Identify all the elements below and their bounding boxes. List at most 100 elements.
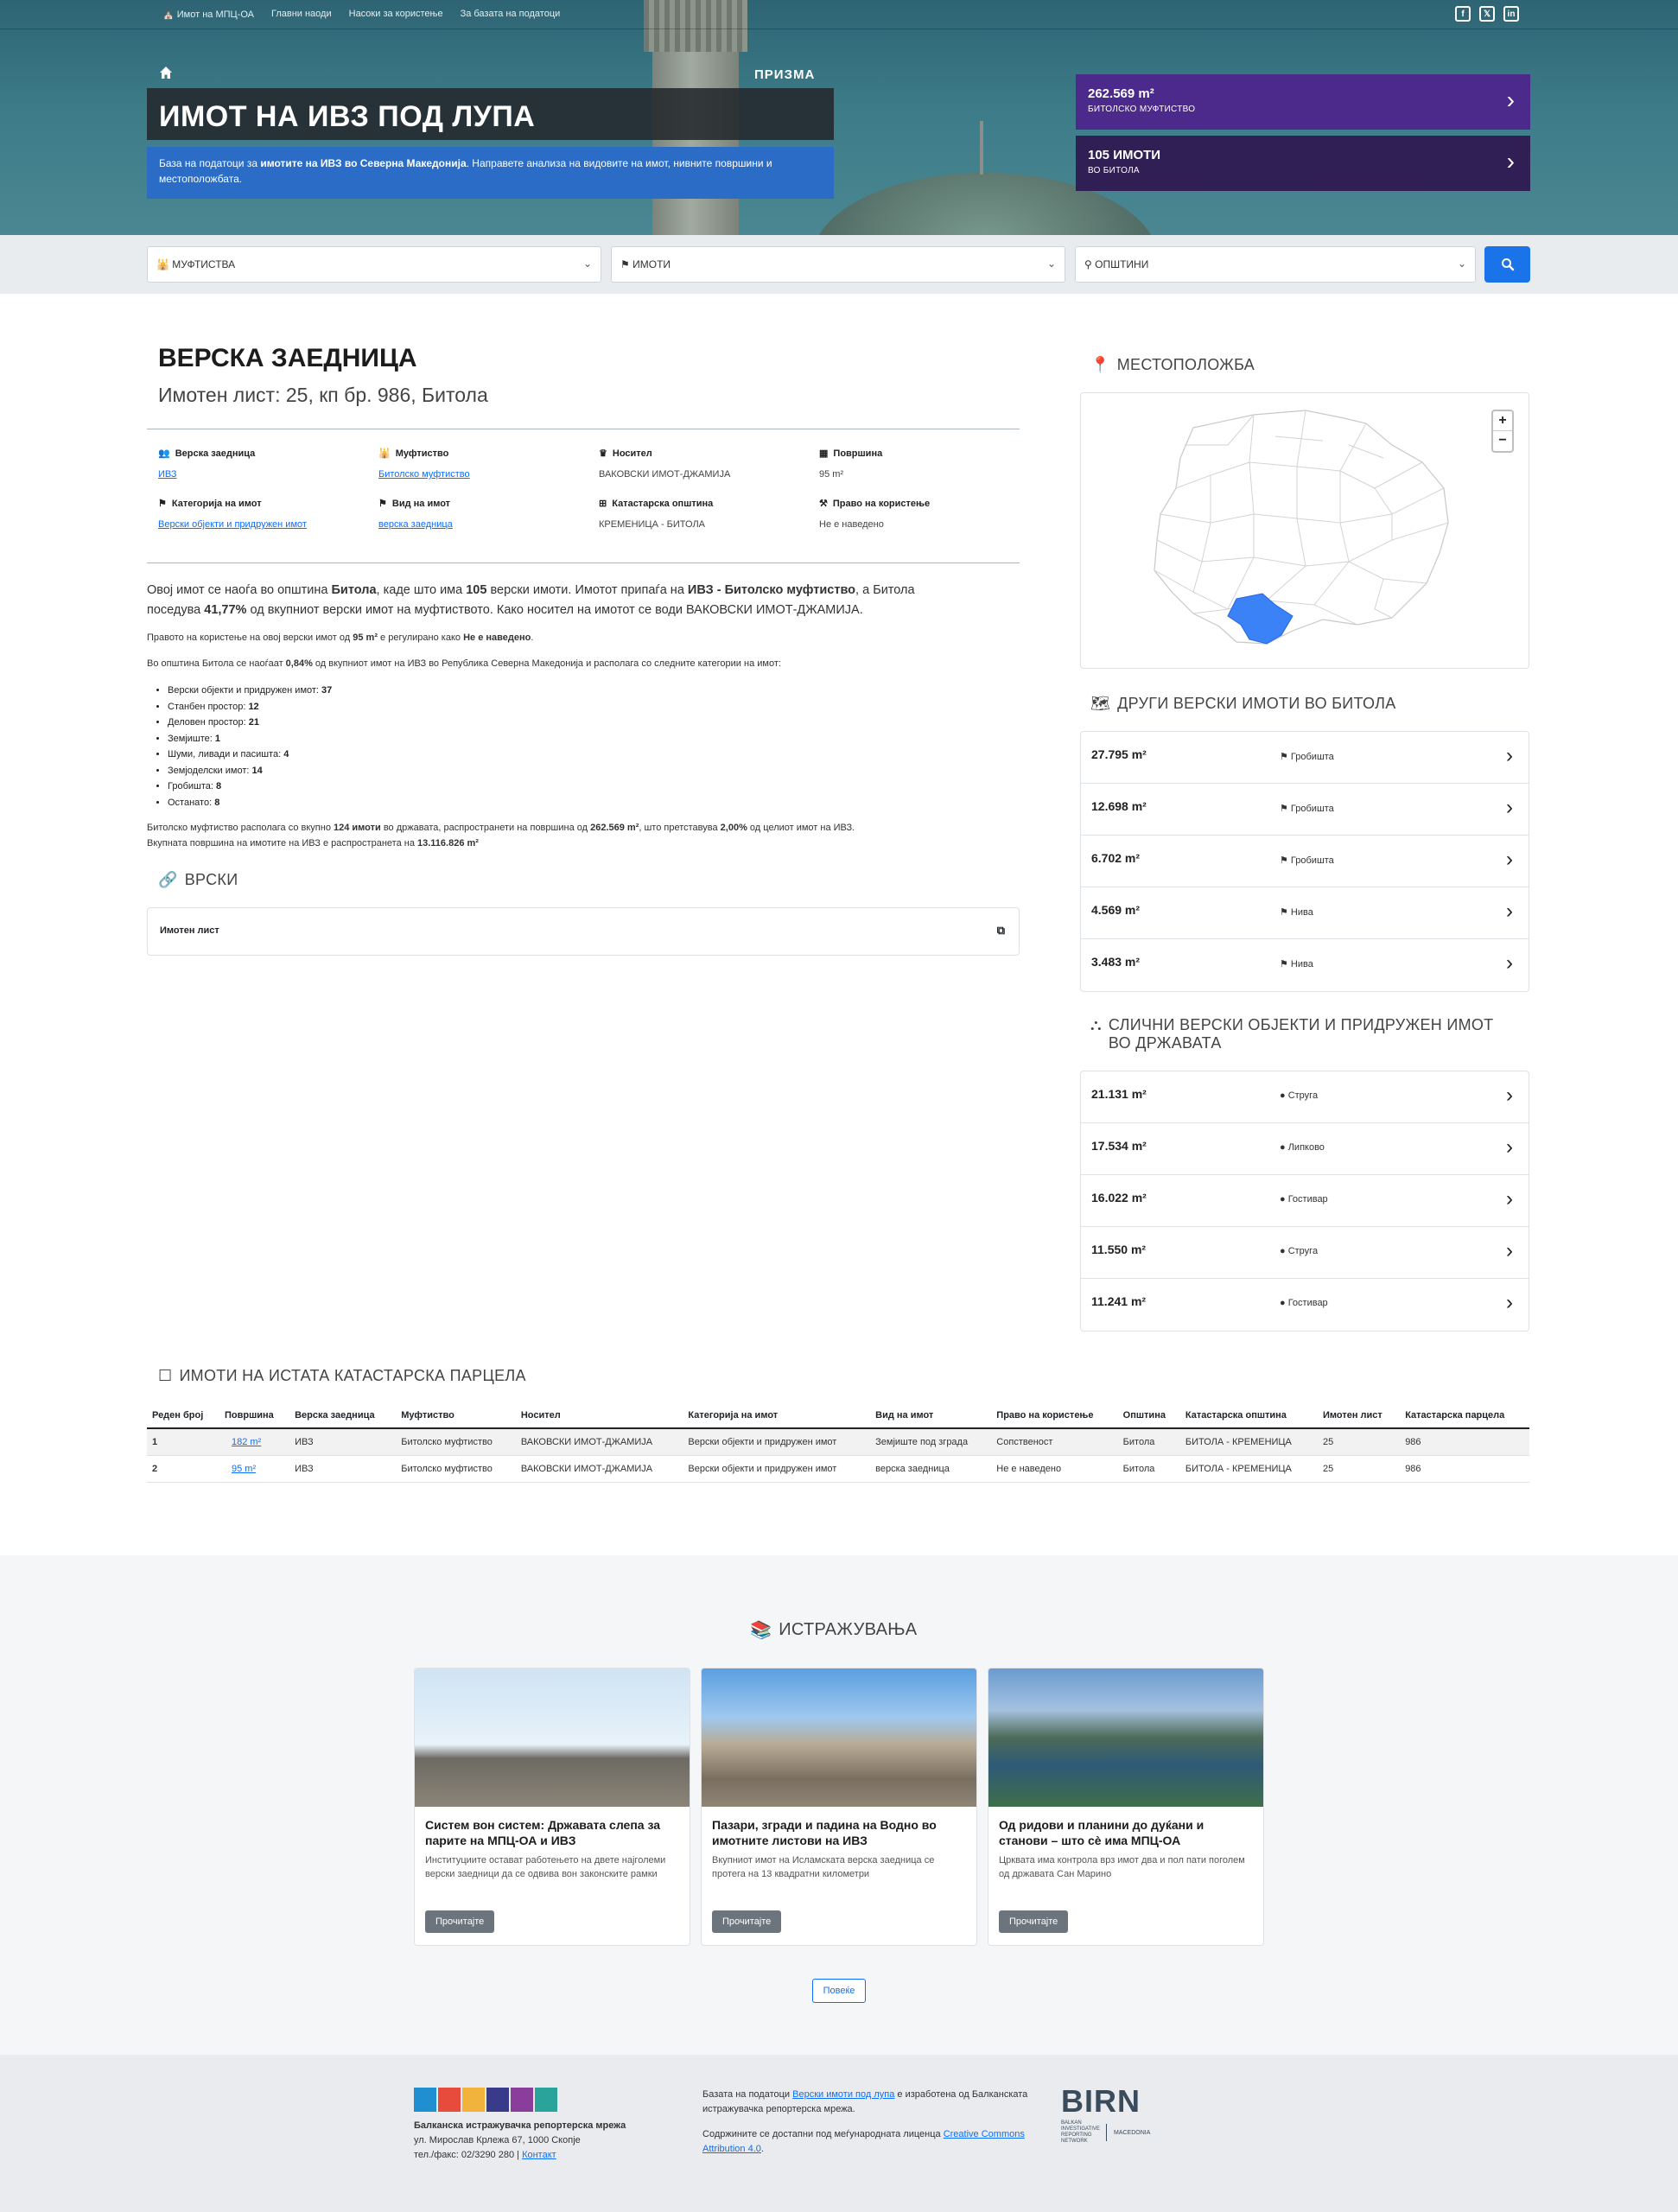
mosque-icon: 🕌 bbox=[156, 258, 169, 270]
parcel-table: Реден број Површина Верска заедница Муфт… bbox=[147, 1403, 1529, 1483]
item-place: ● Гостивар bbox=[1280, 1194, 1328, 1205]
field-label: Површина bbox=[833, 448, 883, 459]
search-button[interactable] bbox=[1484, 246, 1530, 283]
table-cell: Битола bbox=[1117, 1428, 1180, 1456]
chevron-right-icon: › bbox=[1506, 1084, 1513, 1107]
column-header[interactable]: Катастарска парцела bbox=[1400, 1403, 1529, 1429]
imoti-select[interactable]: ⚑ ИМОТИ ⌄ bbox=[611, 246, 1065, 283]
table-cell: ВАКОВСКИ ИМОТ-ДЖАМИЈА bbox=[515, 1455, 683, 1483]
column-header[interactable]: Реден број bbox=[147, 1403, 219, 1429]
zoom-in-button[interactable]: + bbox=[1493, 411, 1512, 431]
research-card[interactable]: Пазари, згради и падина на Водно во имот… bbox=[701, 1668, 977, 1946]
footer-contact: Балканска истражувачка репортерска мрежа… bbox=[414, 2119, 626, 2163]
field-link[interactable]: Верски објекти и придружен имот bbox=[158, 519, 307, 530]
birn-logo-text: BIRN bbox=[1061, 2083, 1141, 2119]
sitemap-icon: ⛬ bbox=[1090, 1016, 1102, 1033]
table-cell: Не е наведено bbox=[991, 1455, 1118, 1483]
column-header[interactable]: Носител bbox=[515, 1403, 683, 1429]
home-icon[interactable] bbox=[159, 66, 173, 79]
column-header[interactable]: Вид на имот bbox=[870, 1403, 992, 1429]
chevron-right-icon: › bbox=[1506, 86, 1515, 113]
column-header[interactable]: Површина bbox=[219, 1403, 290, 1429]
field-link[interactable]: ИВЗ bbox=[158, 469, 177, 480]
contact-link[interactable]: Контакт bbox=[522, 2150, 556, 2160]
parcel-heading: ☐ ИМОТИ НА ИСТАТА КАТАСТАРСКА ПАРЦЕЛА bbox=[158, 1367, 526, 1385]
property-sheet-link[interactable]: Имотен лист ⧉ bbox=[147, 907, 1020, 956]
area-link[interactable]: 95 m² bbox=[232, 1464, 256, 1474]
column-header[interactable]: Имотен лист bbox=[1317, 1403, 1401, 1429]
item-area: 12.698 m² bbox=[1091, 799, 1147, 813]
field-usage-right: ⚒ Право на користење Не е наведено bbox=[819, 498, 1027, 531]
select-label: ИМОТИ bbox=[632, 258, 671, 270]
prizma-footer-logo bbox=[414, 2088, 557, 2112]
stat-card-muftistvo[interactable]: 262.569 m² БИТОЛСКО МУФТИСТВО › bbox=[1076, 74, 1530, 130]
read-button[interactable]: Прочитајте bbox=[425, 1910, 495, 1933]
item-area: 17.534 m² bbox=[1091, 1139, 1147, 1153]
read-button[interactable]: Прочитајте bbox=[999, 1910, 1069, 1933]
column-header[interactable]: Општина bbox=[1117, 1403, 1180, 1429]
list-item[interactable]: 27.795 m² ⚑ Гробишта › bbox=[1081, 732, 1529, 784]
nav-item-guidelines[interactable]: Насоки за користење bbox=[349, 9, 443, 20]
field-link[interactable]: верска заедница bbox=[378, 519, 453, 530]
list-item[interactable]: 17.534 m² ● Липково › bbox=[1081, 1123, 1529, 1175]
list-item[interactable]: 6.702 m² ⚑ Гробишта › bbox=[1081, 836, 1529, 887]
research-card[interactable]: Систем вон систем: Државата слепа за пар… bbox=[414, 1668, 690, 1946]
mosque-icon: 🕌 bbox=[378, 448, 391, 459]
linkedin-icon[interactable]: in bbox=[1503, 6, 1519, 22]
location-map[interactable] bbox=[1080, 392, 1529, 669]
field-label: Категорија на имот bbox=[171, 498, 262, 509]
select-label: ОПШТИНИ bbox=[1095, 258, 1149, 270]
article-image bbox=[702, 1669, 976, 1807]
muftistva-select[interactable]: 🕌 МУФТИСТВА ⌄ bbox=[147, 246, 601, 283]
list-item[interactable]: 4.569 m² ⚑ Нива › bbox=[1081, 887, 1529, 939]
stat-card-properties[interactable]: 105 ИМОТИ ВО БИТОЛА › bbox=[1076, 136, 1530, 191]
field-link[interactable]: Битолско муфтиство bbox=[378, 469, 470, 480]
hero-description: База на податоци за имотите на ИВЗ во Се… bbox=[147, 147, 834, 199]
list-item[interactable]: 11.550 m² ● Струга › bbox=[1081, 1227, 1529, 1279]
heading-text: ВО ДРЖАВАТА bbox=[1108, 1034, 1222, 1052]
search-icon bbox=[1501, 258, 1514, 271]
table-header-row: Реден број Површина Верска заедница Муфт… bbox=[147, 1403, 1529, 1429]
macedonia-map bbox=[1154, 410, 1449, 645]
field-label: Верска заедница bbox=[175, 448, 256, 459]
research-card[interactable]: Од ридови и планини до дуќани и станови … bbox=[988, 1668, 1264, 1946]
area-link[interactable]: 182 m² bbox=[232, 1437, 261, 1447]
people-icon: 👥 bbox=[158, 448, 170, 459]
nav-item-mpc[interactable]: ⛪ Имот на МПЦ-ОА bbox=[162, 9, 254, 20]
database-link[interactable]: Верски имоти под лупа bbox=[792, 2089, 894, 2100]
category-list: Верски објекти и придружен имот: 37 Стан… bbox=[156, 683, 332, 810]
table-cell: БИТОЛА - КРЕМЕНИЦА bbox=[1179, 1428, 1318, 1456]
search-bar: 🕌 МУФТИСТВА ⌄ ⚑ ИМОТИ ⌄ ⚲ ОПШТИНИ ⌄ bbox=[0, 235, 1678, 294]
list-item[interactable]: 3.483 m² ⚑ Нива › bbox=[1081, 939, 1529, 991]
column-header[interactable]: Право на користење bbox=[991, 1403, 1118, 1429]
table-cell: 25 bbox=[1317, 1455, 1401, 1483]
birn-subtitle: BALKAN INVESTIGATIVE REPORTING NETWORK bbox=[1061, 2120, 1100, 2144]
opstini-select[interactable]: ⚲ ОПШТИНИ ⌄ bbox=[1075, 246, 1476, 283]
zoom-out-button[interactable]: − bbox=[1493, 431, 1512, 451]
chevron-right-icon: › bbox=[1506, 899, 1513, 923]
read-button[interactable]: Прочитајте bbox=[712, 1910, 782, 1933]
list-item[interactable]: 21.131 m² ● Струга › bbox=[1081, 1071, 1529, 1123]
more-button[interactable]: Повеќе bbox=[812, 1979, 866, 2003]
heading-text: ДРУГИ ВЕРСКИ ИМОТИ ВО БИТОЛА bbox=[1117, 695, 1396, 712]
summary-paragraph: Битолско муфтиство располага со вкупно 1… bbox=[147, 823, 855, 849]
list-item[interactable]: 16.022 m² ● Гостивар › bbox=[1081, 1175, 1529, 1227]
item-type: ⚑ Нива bbox=[1280, 959, 1313, 969]
chevron-right-icon: › bbox=[1506, 744, 1513, 767]
column-header[interactable]: Муфтиство bbox=[396, 1403, 516, 1429]
table-cell: Битолско муфтиство bbox=[396, 1455, 516, 1483]
list-item[interactable]: 11.241 m² ● Гостивар › bbox=[1081, 1279, 1529, 1331]
list-item: Земјоделски имот: 14 bbox=[168, 763, 332, 779]
nav-item-main-findings[interactable]: Главни наоди bbox=[271, 9, 332, 20]
facebook-icon[interactable]: f bbox=[1455, 6, 1471, 22]
field-label: Муфтиство bbox=[395, 448, 449, 459]
column-header[interactable]: Верска заедница bbox=[289, 1403, 397, 1429]
nav-item-about-database[interactable]: За базата на податоци bbox=[461, 9, 561, 20]
column-header[interactable]: Катастарска општина bbox=[1179, 1403, 1318, 1429]
x-icon[interactable]: 𝕏 bbox=[1479, 6, 1495, 22]
column-header[interactable]: Категорија на имот bbox=[683, 1403, 871, 1429]
list-item[interactable]: 12.698 m² ⚑ Гробишта › bbox=[1081, 784, 1529, 836]
logo-block bbox=[438, 2088, 461, 2112]
signpost-icon: ⚑ bbox=[158, 499, 167, 509]
item-place: ● Липково bbox=[1280, 1142, 1325, 1153]
